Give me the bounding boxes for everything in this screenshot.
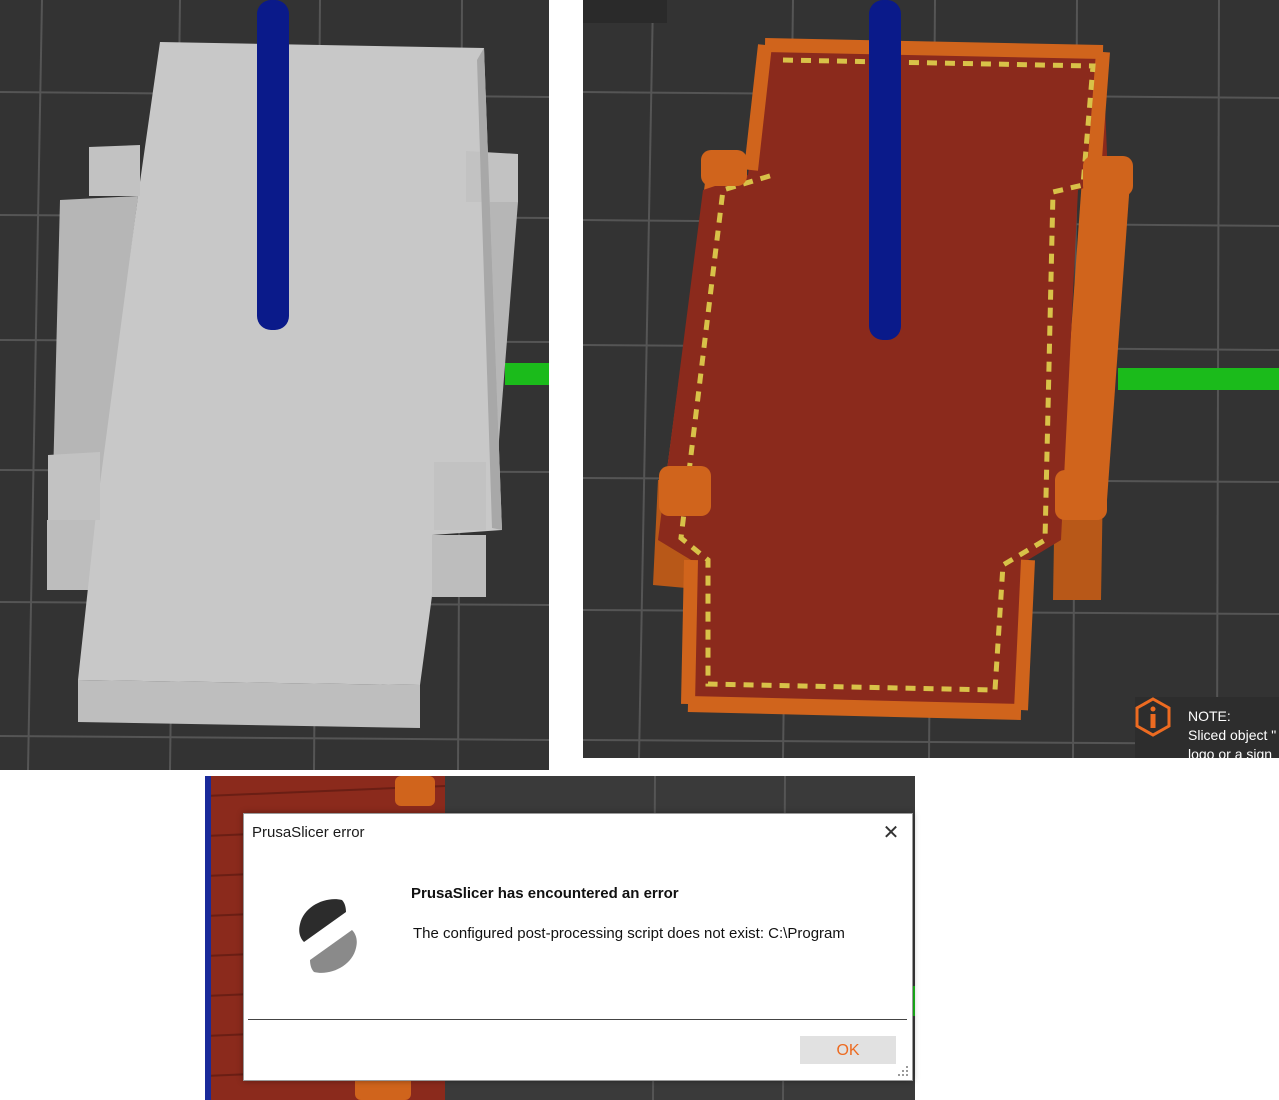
viewport-3d-scene	[0, 0, 549, 770]
dialog-title: PrusaSlicer error	[252, 824, 365, 841]
info-hexagon-icon	[1135, 697, 1171, 737]
y-axis-green	[505, 363, 549, 385]
viewport-model-preview[interactable]	[0, 0, 549, 770]
resize-grip-icon[interactable]	[896, 1064, 910, 1078]
notification-box: NOTE: Sliced object " logo or a sign	[1135, 697, 1279, 758]
sliced-scene	[583, 0, 1279, 758]
z-axis-blue-right	[869, 0, 901, 340]
viewport-sliced-preview[interactable]: NOTE: Sliced object " logo or a sign	[583, 0, 1279, 758]
notification-title: NOTE:	[1188, 708, 1231, 724]
error-dialog: PrusaSlicer error ✕ PrusaSlicer has enco…	[243, 813, 913, 1081]
z-axis-blue	[257, 0, 289, 330]
notification-text: Sliced object "	[1188, 727, 1277, 743]
dialog-separator	[248, 1019, 907, 1020]
ok-button[interactable]: OK	[800, 1036, 896, 1064]
close-icon[interactable]: ✕	[876, 818, 906, 846]
prusaslicer-logo	[299, 899, 357, 973]
dialog-message: The configured post-processing script do…	[413, 925, 845, 942]
y-axis-green-right	[1118, 368, 1279, 390]
dialog-heading: PrusaSlicer has encountered an error	[411, 885, 679, 902]
viewport-toolbar	[583, 0, 667, 23]
notification-text-line2: logo or a sign	[1188, 746, 1273, 758]
